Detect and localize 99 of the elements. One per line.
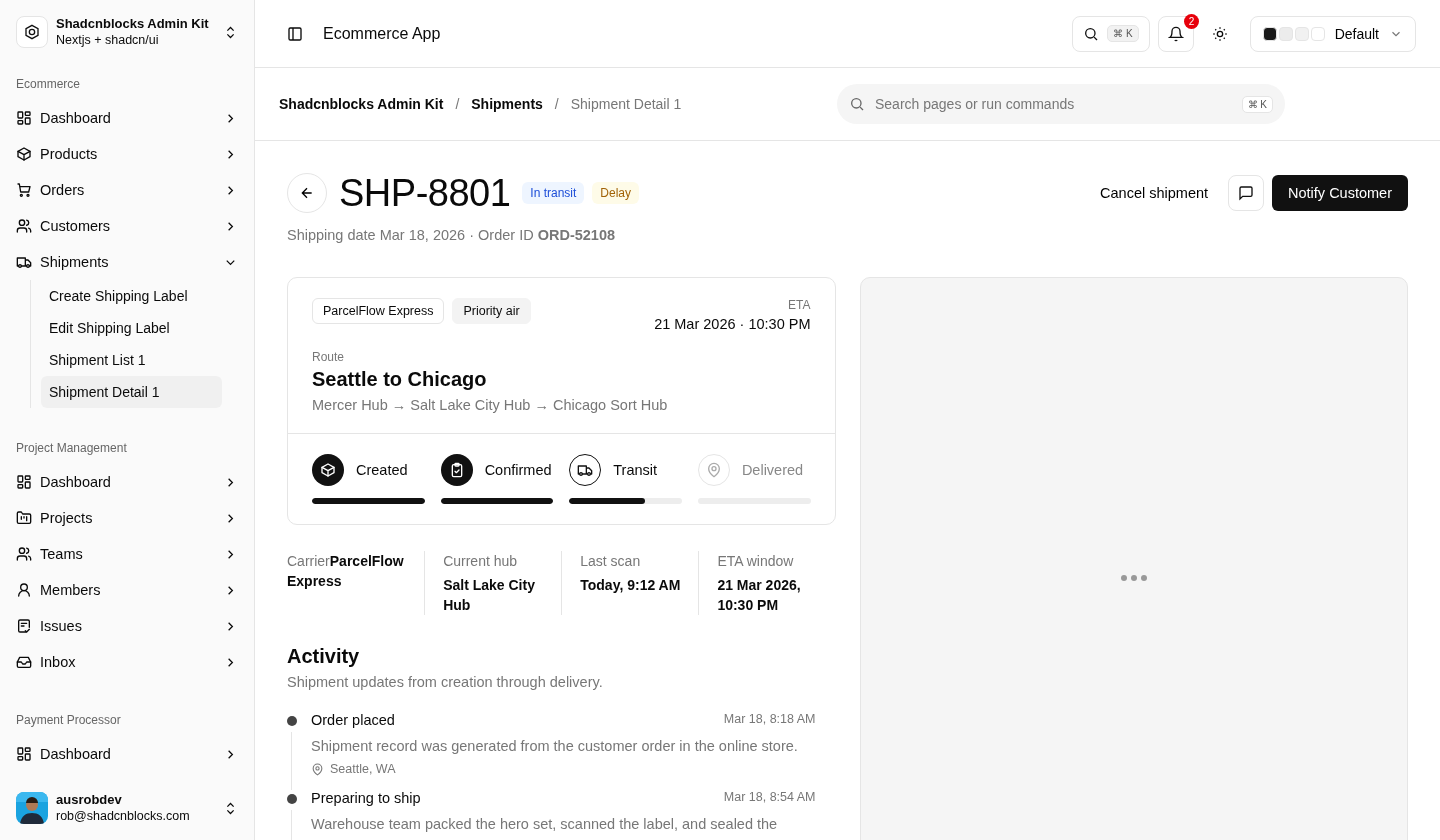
route-title: Seattle to Chicago [312, 368, 488, 391]
nav-item[interactable]: Customers [8, 208, 246, 244]
truck-icon [577, 462, 594, 478]
clipboard-icon [16, 618, 32, 634]
nav-group-label: Payment Processor [15, 712, 122, 729]
cancel-shipment-button[interactable]: Cancel shipment [1092, 185, 1217, 201]
step-label: Confirmed [484, 462, 552, 478]
nav-item[interactable]: Dashboard [8, 100, 246, 136]
folder-icon [16, 510, 32, 526]
breadcrumb-link[interactable]: Shadcnblocks Admin Kit [279, 96, 444, 112]
event-title: Order placed [311, 712, 395, 728]
workspace-switcher[interactable]: Shadcnblocks Admin Kit Nextjs + shadcn/ui [8, 8, 246, 56]
loading-dots-icon [1119, 574, 1148, 582]
step-label: Transit [613, 462, 658, 478]
notifications-button[interactable] [1157, 15, 1194, 52]
eta-value: 21 Mar 2026 · 10:30 PM [654, 316, 811, 332]
app-title: Ecommerce App [323, 24, 441, 43]
carrier-tag: Priority air [452, 298, 531, 324]
nav-subitem[interactable]: Shipment Detail 1 [41, 376, 222, 408]
nav-item[interactable]: Dashboard [8, 736, 246, 772]
shipment-meta: Shipping date Mar 18, 2026 · Order ID ORD-52108 [287, 227, 617, 243]
truck-icon [16, 254, 32, 270]
nav-item[interactable]: Teams [8, 536, 246, 572]
nav-item[interactable]: Orders [8, 172, 246, 208]
stat-label: Current hub [443, 552, 519, 571]
search-input[interactable]: Search pages or run commands [873, 95, 1234, 113]
search-icon [849, 96, 865, 112]
logo-icon [16, 16, 48, 48]
breadcrumb-link[interactable]: Shipment Detail 1 [570, 96, 682, 112]
nav-item[interactable]: Issues [8, 608, 246, 644]
activity-title: Activity [287, 645, 361, 668]
user-icon [16, 582, 32, 598]
stat-value: 21 Mar 2026, 10:30 PM [717, 576, 802, 615]
search-button[interactable]: ⌘ K [1072, 15, 1150, 52]
nav-subitem[interactable]: Edit Shipping Label [41, 312, 222, 344]
map-pin-icon [311, 762, 324, 776]
nav-subitem[interactable]: Create Shipping Label [41, 280, 222, 312]
nav-item[interactable]: Products [8, 136, 246, 172]
grid-icon [16, 474, 32, 490]
theme-select[interactable]: Default [1249, 15, 1416, 52]
message-button[interactable] [1228, 175, 1265, 211]
cart-icon [16, 182, 32, 198]
notify-customer-button[interactable]: Notify Customer [1272, 175, 1408, 211]
stat-text: CarrierParcelFlow Express [287, 552, 405, 591]
carrier-tag: ParcelFlow Express [312, 298, 445, 324]
arrow-left-icon [299, 185, 315, 201]
nav-item[interactable]: Inbox [8, 644, 246, 680]
users-icon [16, 218, 32, 234]
user-menu[interactable]: ausrobdev rob@shadcnblocks.com [8, 784, 246, 832]
nav-item[interactable]: Shipments [8, 244, 246, 280]
nav-item[interactable]: Projects [8, 500, 246, 536]
activity-subtitle: Shipment updates from creation through delivery. [287, 674, 604, 690]
event-description: Warehouse team packed the hero set, scanned the label, and sealed the [311, 816, 779, 832]
route-label: Route [312, 350, 346, 364]
command-search-bar[interactable]: Search pages or run commands ⌘ K [837, 84, 1285, 124]
inbox-icon [16, 654, 32, 670]
cube-icon [16, 146, 32, 162]
user-name: ausrobdev [56, 792, 123, 808]
event-time: Mar 18, 8:54 AM [723, 790, 816, 806]
nav-item[interactable]: Dashboard [8, 464, 246, 500]
stat-value: Salt Lake City Hub [443, 576, 536, 615]
user-email: rob@shadcnblocks.com [56, 808, 191, 824]
stat-value: Today, 9:12 AM [580, 576, 681, 595]
nav-subitem[interactable]: Shipment List 1 [41, 344, 222, 376]
nav-group-label: Project Management [15, 440, 128, 457]
map-pin-icon [705, 462, 722, 478]
stat-label: Last scan [580, 552, 642, 571]
nav-group-label: Ecommerce [15, 76, 81, 93]
timeline-dot [287, 716, 297, 726]
back-button[interactable] [287, 173, 327, 213]
step-label: Delivered [741, 462, 804, 478]
shipment-id: SHP-8801 [339, 171, 511, 215]
workspace-name: Shadcnblocks Admin Kit [56, 16, 210, 32]
status-badge: Delay [592, 182, 640, 204]
grid-icon [16, 746, 32, 762]
breadcrumb-separator: / [455, 96, 460, 112]
event-title: Preparing to ship [311, 790, 421, 806]
nav-item[interactable]: Members [8, 572, 246, 608]
bell-icon [1167, 25, 1184, 42]
notification-count: 2 [1184, 14, 1199, 29]
event-location: Seattle, WA [330, 762, 396, 776]
stat-label: ETA window [717, 552, 795, 571]
workspace-subtitle: Nextjs + shadcn/ui [56, 32, 160, 48]
users-icon [16, 546, 32, 562]
event-description: Shipment record was generated from the customer order in the online store. [311, 738, 799, 754]
breadcrumb-separator: / [554, 96, 559, 112]
timeline-dot [287, 794, 297, 804]
sun-icon[interactable] [1211, 25, 1228, 42]
sidebar-toggle-icon[interactable] [287, 25, 303, 42]
cube-icon [320, 462, 336, 478]
grid-icon [16, 110, 32, 126]
search-icon [1083, 25, 1100, 42]
route-path: Mercer Hub → Salt Lake City Hub → Chicago Sort Hub [312, 397, 669, 413]
breadcrumb-link[interactable]: Shipments [471, 96, 543, 112]
message-icon [1238, 185, 1255, 201]
eta-label: ETA [788, 298, 811, 312]
status-badge: In transit [522, 182, 585, 204]
step-label: Created [356, 462, 408, 478]
event-time: Mar 18, 8:18 AM [723, 712, 816, 728]
